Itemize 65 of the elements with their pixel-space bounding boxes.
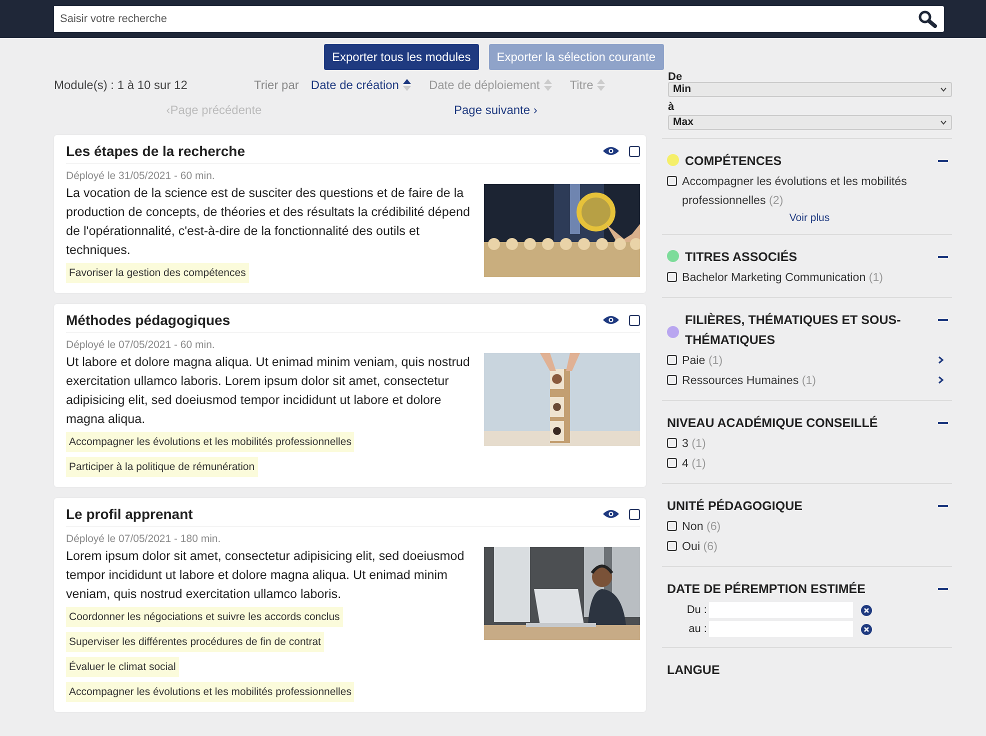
chevron-icon[interactable] (938, 376, 944, 384)
max-select[interactable]: Max (668, 115, 952, 130)
field-label: Du : (686, 604, 707, 616)
module-description: La vocation de la science est de susciter des questions et de faire de la production de concepts, de théories et des résultats la crédibilité dépend de l'opérationnalité, c'est-à-dire de la fonctionnalité des outils et techniques. (66, 185, 471, 259)
filter-option[interactable]: Accompagner les évolutions et les mobilités professionnelles (2) (682, 172, 952, 210)
skill-tag: Coordonner les négociations et suivre les accords conclus (66, 607, 343, 627)
filter-heading: DATE DE PÉREMPTION ESTIMÉE (667, 580, 866, 598)
filter-checkbox[interactable] (667, 521, 677, 531)
sort-label: Trier par (254, 78, 299, 92)
module-title: Méthodes pédagogiques (66, 312, 232, 328)
search-icon[interactable] (918, 10, 938, 28)
module-title: Le profil apprenant (66, 506, 194, 522)
filter-heading: FILIÈRES, THÉMATIQUES ET SOUS-THÉMATIQUES (685, 312, 902, 349)
range-label: De (668, 72, 684, 82)
filter-heading: NIVEAU ACADÉMIQUE CONSEILLÉ (667, 414, 879, 432)
clear-icon[interactable] (861, 624, 872, 634)
select-checkbox[interactable] (629, 314, 640, 326)
caret-icon[interactable] (940, 120, 947, 125)
filter-checkbox[interactable] (667, 176, 677, 186)
filter-heading: UNITÉ PÉDAGOGIQUE (667, 498, 804, 515)
filter-checkbox[interactable] (667, 272, 677, 282)
filter-option[interactable]: Paie (1) (682, 351, 723, 370)
filter-checkbox[interactable] (667, 541, 677, 551)
filter-option[interactable]: Non (6) (682, 517, 721, 536)
filter-option[interactable]: 4 (1) (682, 454, 706, 473)
sort-option[interactable]: Date de création (310, 78, 411, 92)
skill-tag: Participer à la politique de rémunération (66, 457, 258, 477)
skill-tag: Évaluer le climat social (66, 657, 179, 677)
module-title: Les étapes de la recherche (66, 143, 246, 159)
filter-option[interactable]: 3 (1) (682, 434, 706, 453)
eye-icon[interactable] (603, 315, 619, 325)
module-description: Ut labore et dolore magna aliqua. Ut enimad minim veniam, quis nostrud exercitation ullamco laboris. Lorem ipsum dolor sit amet, consectetur adipisicing elit, sed doeiusmod tempor incididunt ut labore et dolore magna aliqua. (66, 354, 471, 428)
module-meta: Déployé le 07/05/2021 - 60 min. (66, 339, 216, 351)
filter-checkbox[interactable] (667, 458, 677, 468)
skill-tag: Accompagner les évolutions et les mobilités professionnelles (66, 682, 354, 702)
result-count: Module(s) : 1 à 10 sur 12 (54, 78, 188, 92)
module-description: Lorem ipsum dolor sit amet, consectetur adipisicing elit, sed doeiusmod tempor incididunt ut labore et dolore magna aliqua. Ut enimad minim veniam, quis nostrud exercitation ullamco laboris. (66, 548, 466, 603)
range-label: à (668, 101, 676, 113)
min-select[interactable]: Min (668, 82, 952, 97)
filter-option[interactable]: Bachelor Marketing Communication (1) (682, 268, 884, 287)
select-checkbox[interactable] (629, 508, 640, 520)
filter-checkbox[interactable] (667, 438, 677, 448)
chevron-icon[interactable] (938, 356, 944, 364)
skill-tag: Favoriser la gestion des compétences (66, 263, 249, 283)
filter-heading: LANGUE (667, 662, 721, 679)
filter-checkbox[interactable] (667, 355, 677, 365)
sort-arrows-icon[interactable] (402, 79, 411, 91)
next-page-link[interactable]: Page suivante › (454, 103, 538, 117)
filter-heading: TITRES ASSOCIÉS (685, 248, 798, 266)
filter-option[interactable]: Oui (6) (682, 537, 718, 556)
filter-checkbox[interactable] (667, 375, 677, 385)
eye-icon[interactable] (603, 146, 619, 156)
export-button[interactable]: Exporter tous les modules (324, 44, 479, 70)
module-meta: Déployé le 07/05/2021 - 180 min. (66, 533, 222, 545)
clear-icon[interactable] (861, 604, 872, 616)
field-label: au : (688, 623, 707, 635)
caret-icon[interactable] (940, 87, 947, 92)
skill-tag: Accompagner les évolutions et les mobilités professionnelles (66, 432, 354, 452)
select-checkbox[interactable] (629, 146, 640, 156)
filter-option[interactable]: Ressources Humaines (1) (682, 371, 816, 390)
filter-heading: COMPÉTENCES (685, 152, 783, 170)
skill-tag: Superviser les différentes procédures de fin de contrat (66, 632, 324, 652)
see-more-link[interactable]: Voir plus (667, 212, 952, 224)
module-meta: Déployé le 31/05/2021 - 60 min. (66, 170, 216, 182)
eye-icon[interactable] (603, 509, 619, 519)
